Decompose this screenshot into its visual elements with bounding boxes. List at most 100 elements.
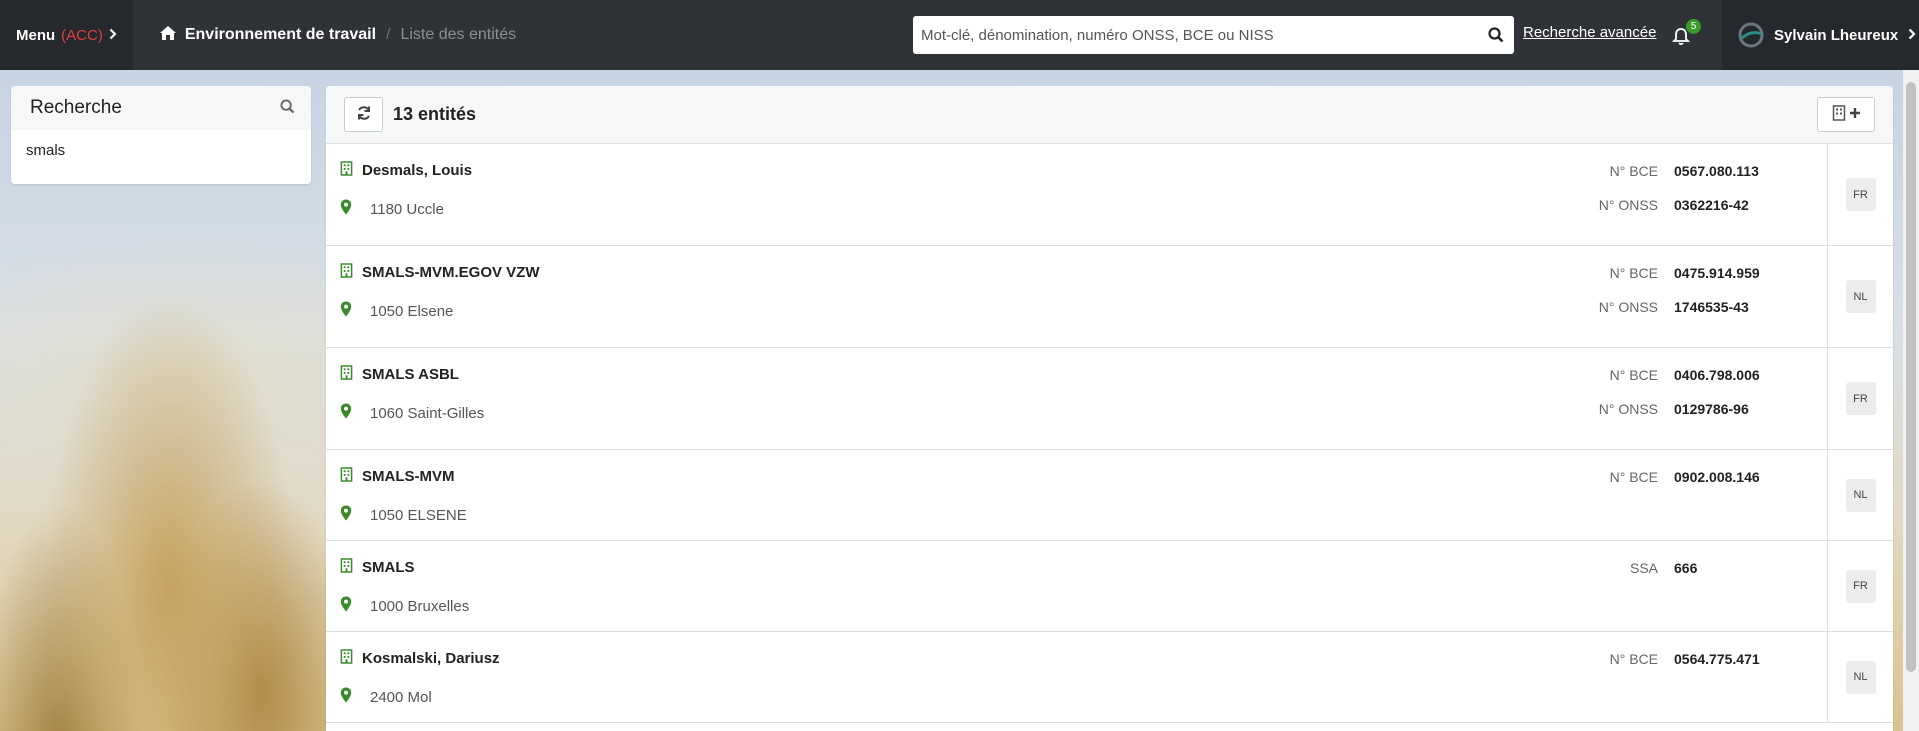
map-marker-icon xyxy=(340,301,352,321)
building-icon xyxy=(340,649,353,668)
identifier-value: 666 xyxy=(1674,560,1698,576)
refresh-icon xyxy=(356,105,372,125)
language-button[interactable]: FR xyxy=(1845,382,1876,415)
identifier-value: 0362216-42 xyxy=(1674,197,1749,213)
breadcrumb: Environnement de travail / Liste des ent… xyxy=(159,25,516,46)
entity-name-text: SMALS-MVM xyxy=(362,468,455,485)
language-button[interactable]: FR xyxy=(1845,178,1876,211)
notification-badge: 5 xyxy=(1686,19,1701,34)
search-term[interactable]: smals xyxy=(11,130,311,171)
identifier-value: 0567.080.113 xyxy=(1674,163,1759,179)
map-marker-icon xyxy=(340,596,352,616)
breadcrumb-home-label: Environnement de travail xyxy=(184,26,377,43)
menu-button[interactable]: Menu (ACC) xyxy=(0,0,133,70)
user-avatar-icon xyxy=(1738,22,1764,48)
building-icon xyxy=(1832,104,1846,125)
entity-name: SMALS xyxy=(340,558,415,577)
language-column: FR xyxy=(1827,541,1893,631)
refresh-button[interactable] xyxy=(344,97,383,132)
entity-row: Desmals, Louis 1180 Uccle N° BCE 0567.08… xyxy=(326,144,1893,246)
language-column: FR xyxy=(1827,348,1893,449)
entity-address-text: 2400 Mol xyxy=(370,688,432,706)
identifier-value: 0902.008.146 xyxy=(1674,469,1760,485)
entity-address: 1050 Elsene xyxy=(340,301,453,321)
entity-identifiers: SSA 666 xyxy=(1576,558,1697,592)
identifier: N° BCE 0567.080.113 xyxy=(1576,161,1759,181)
language-column: NL xyxy=(1827,632,1893,722)
entity-address-text: 1060 Saint-Gilles xyxy=(370,404,485,422)
identifier: N° ONSS 0362216-42 xyxy=(1576,195,1759,215)
entity-name: SMALS-MVM xyxy=(340,467,455,486)
entity-name-text: SMALS-MVM.EGOV VZW xyxy=(362,264,540,281)
building-icon xyxy=(340,558,353,577)
identifier-label: N° BCE xyxy=(1609,651,1658,667)
entity-link[interactable]: SMALS-MVM 1050 ELSENE N° BCE 0902.008.14… xyxy=(326,450,1827,540)
identifier-value: 0564.775.471 xyxy=(1674,651,1760,667)
search-icon[interactable] xyxy=(1478,27,1514,43)
language-button[interactable]: NL xyxy=(1845,478,1876,512)
identifier-label: N° BCE xyxy=(1609,265,1658,281)
language-column: NL xyxy=(1827,246,1893,347)
user-menu[interactable]: Sylvain Lheureux xyxy=(1722,0,1919,70)
map-marker-icon xyxy=(340,505,352,525)
entity-link[interactable]: Desmals, Louis 1180 Uccle N° BCE 0567.08… xyxy=(326,144,1827,245)
breadcrumb-home[interactable]: Environnement de travail xyxy=(159,25,376,46)
entity-link[interactable]: SMALS ASBL 1060 Saint-Gilles N° BCE 0406… xyxy=(326,348,1827,449)
search-panel-header: Recherche xyxy=(11,86,311,130)
language-button[interactable]: NL xyxy=(1845,660,1876,694)
entity-address: 1180 Uccle xyxy=(340,199,444,219)
map-marker-icon xyxy=(340,199,352,219)
entity-row: SMALS-MVM.EGOV VZW 1050 Elsene N° BCE 04… xyxy=(326,246,1893,348)
entity-row: SMALS ASBL 1060 Saint-Gilles N° BCE 0406… xyxy=(326,348,1893,450)
entity-list-panel: 13 entités Desmals, Louis 1180 Uccle N° … xyxy=(326,86,1893,731)
identifier-label: N° BCE xyxy=(1609,367,1658,383)
identifier-label: N° ONSS xyxy=(1598,401,1658,417)
map-marker-icon xyxy=(340,687,352,707)
entity-address: 1000 Bruxelles xyxy=(340,596,469,616)
entity-name: SMALS-MVM.EGOV VZW xyxy=(340,263,540,282)
identifier-label: N° ONSS xyxy=(1598,197,1658,213)
entity-link[interactable]: Kosmalski, Dariusz 2400 Mol N° BCE 0564.… xyxy=(326,632,1827,722)
identifier: N° BCE 0406.798.006 xyxy=(1576,365,1760,385)
identifier-label: N° BCE xyxy=(1609,163,1658,179)
plus-icon xyxy=(1849,106,1861,123)
search-icon[interactable] xyxy=(280,98,295,118)
entity-name-text: Desmals, Louis xyxy=(362,162,473,179)
identifier: SSA 666 xyxy=(1576,558,1697,578)
entity-address-text: 1050 ELSENE xyxy=(370,506,467,524)
entity-identifiers: N° BCE 0567.080.113 N° ONSS 0362216-42 xyxy=(1576,161,1759,229)
building-icon xyxy=(340,467,353,486)
chevron-right-icon xyxy=(1908,27,1916,44)
identifier-value: 1746535-43 xyxy=(1674,299,1749,315)
advanced-search-link[interactable]: Recherche avancée xyxy=(1523,24,1656,41)
language-button[interactable]: NL xyxy=(1845,280,1876,313)
add-entity-button[interactable] xyxy=(1817,97,1875,132)
entity-row: SMALS 1000 Bruxelles SSA 666 FR xyxy=(326,541,1893,632)
entity-identifiers: N° BCE 0475.914.959 N° ONSS 1746535-43 xyxy=(1576,263,1760,331)
identifier: N° BCE 0475.914.959 xyxy=(1576,263,1760,283)
identifier-value: 0406.798.006 xyxy=(1674,367,1760,383)
user-name: Sylvain Lheureux xyxy=(1774,26,1899,44)
entity-name: Kosmalski, Dariusz xyxy=(340,649,500,668)
identifier-label: N° BCE xyxy=(1609,469,1658,485)
search-input[interactable] xyxy=(913,17,1478,53)
map-marker-icon xyxy=(340,403,352,423)
entity-address-text: 1000 Bruxelles xyxy=(370,597,470,615)
entity-name-text: SMALS xyxy=(362,559,415,576)
entity-identifiers: N° BCE 0406.798.006 N° ONSS 0129786-96 xyxy=(1576,365,1760,433)
language-column: NL xyxy=(1827,450,1893,540)
entity-name: Desmals, Louis xyxy=(340,161,472,180)
scrollbar-thumb[interactable] xyxy=(1906,82,1916,672)
building-icon xyxy=(340,365,353,384)
entity-link[interactable]: SMALS-MVM.EGOV VZW 1050 Elsene N° BCE 04… xyxy=(326,246,1827,347)
entity-name-text: SMALS ASBL xyxy=(362,366,459,383)
entity-link[interactable]: SMALS 1000 Bruxelles SSA 666 xyxy=(326,541,1827,631)
entity-name-text: Kosmalski, Dariusz xyxy=(362,650,500,667)
entity-address: 1050 ELSENE xyxy=(340,505,467,525)
language-button[interactable]: FR xyxy=(1845,569,1876,603)
entity-name: SMALS ASBL xyxy=(340,365,459,384)
entity-row: SMALS-MVM 1050 ELSENE N° BCE 0902.008.14… xyxy=(326,450,1893,541)
breadcrumb-separator: / xyxy=(386,26,391,43)
notifications-button[interactable]: 5 xyxy=(1672,19,1701,48)
page-scrollbar[interactable] xyxy=(1903,70,1919,731)
